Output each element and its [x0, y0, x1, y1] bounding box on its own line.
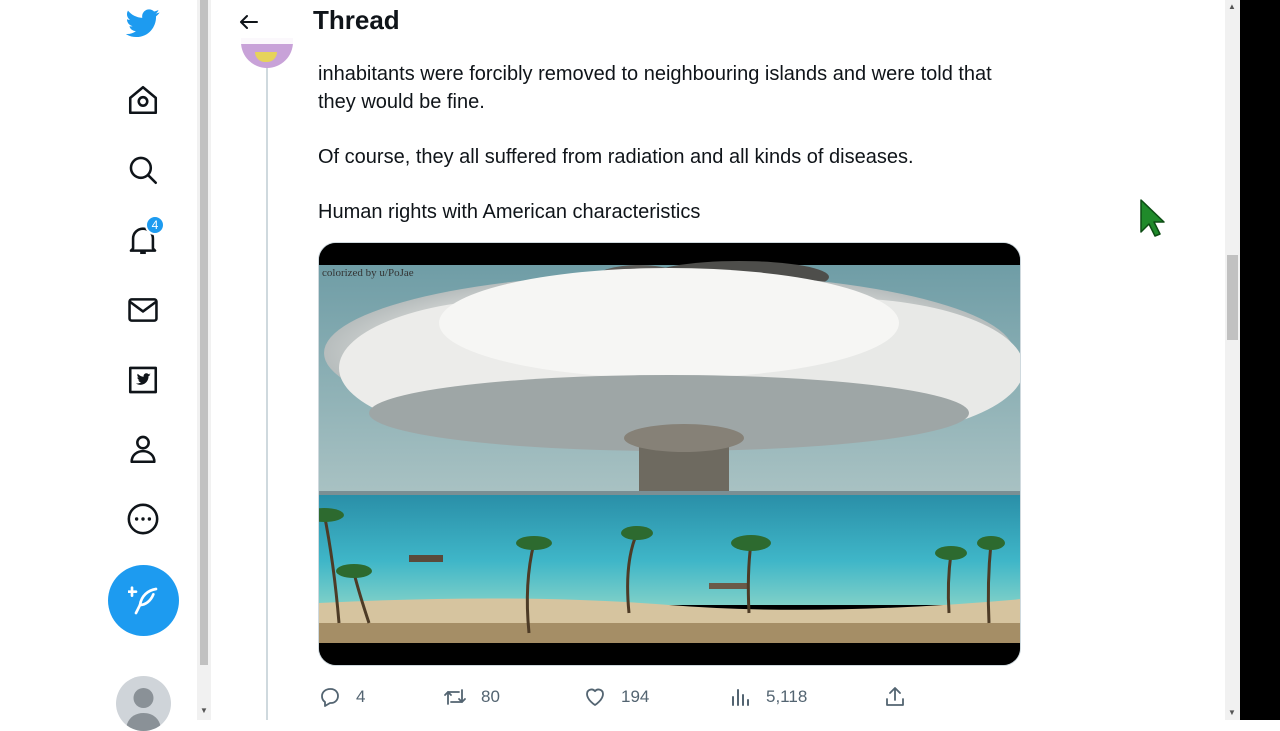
compose-tweet-button[interactable] — [108, 565, 179, 636]
share-button[interactable] — [883, 682, 907, 712]
tweet-actions: 4 80 194 5,118 — [318, 682, 1018, 712]
reply-button[interactable]: 4 — [318, 682, 365, 712]
thread-connector-line — [266, 60, 268, 720]
page-title: Thread — [313, 5, 400, 35]
search-icon[interactable] — [123, 150, 163, 190]
home-icon[interactable] — [123, 80, 163, 120]
sidebar: 4 — [0, 0, 197, 731]
page-scrollbar[interactable] — [1225, 0, 1240, 720]
right-pane — [1044, 0, 1225, 720]
views-button[interactable]: 5,118 — [728, 682, 807, 712]
thread-header: Thread — [211, 0, 1044, 44]
scroll-up-arrow-icon[interactable]: ▲ — [1228, 2, 1236, 11]
media-credit: colorized by u/PoJae — [322, 267, 414, 279]
profile-icon[interactable] — [123, 429, 163, 469]
main-column: inhabitants were forcibly removed to nei… — [211, 0, 1045, 720]
messages-icon[interactable] — [123, 290, 163, 330]
bar-chart-icon — [732, 689, 749, 706]
sidebar-scrollbar-thumb[interactable] — [200, 0, 208, 665]
retweet-count: 80 — [481, 687, 500, 706]
share-icon — [886, 687, 904, 706]
tweet-paragraph: Of course, they all suffered from radiat… — [318, 146, 914, 168]
twitter-logo-icon[interactable] — [123, 3, 163, 43]
mouse-cursor-icon — [1140, 199, 1165, 237]
view-count: 5,118 — [766, 687, 808, 706]
sidebar-scroll-down-arrow-icon[interactable]: ▼ — [200, 706, 208, 715]
scroll-down-arrow-icon[interactable]: ▼ — [1228, 708, 1236, 717]
tweet-media-image[interactable]: colorized by u/PoJae — [318, 242, 1021, 666]
like-count: 194 — [621, 687, 650, 706]
screen-border — [1240, 0, 1280, 720]
more-icon[interactable] — [123, 499, 163, 539]
tweet-paragraph: Human rights with American characteristi… — [318, 201, 701, 223]
notification-badge: 4 — [145, 215, 165, 235]
arrow-left-icon — [240, 15, 258, 29]
twitter-blue-icon[interactable] — [123, 360, 163, 400]
page-scrollbar-thumb[interactable] — [1227, 255, 1238, 340]
nuclear-test-photo — [319, 243, 1020, 665]
back-button[interactable] — [233, 6, 265, 38]
tweet-text: inhabitants were forcibly removed to nei… — [318, 60, 1018, 253]
heart-icon — [586, 688, 604, 706]
like-button[interactable]: 194 — [583, 682, 649, 712]
reply-count: 4 — [356, 687, 366, 706]
retweet-icon — [444, 689, 466, 705]
account-avatar[interactable] — [116, 676, 171, 731]
tweet-paragraph: inhabitants were forcibly removed to nei… — [318, 63, 992, 113]
reply-icon — [321, 688, 339, 707]
retweet-button[interactable]: 80 — [443, 682, 500, 712]
feather-plus-icon — [127, 585, 157, 614]
